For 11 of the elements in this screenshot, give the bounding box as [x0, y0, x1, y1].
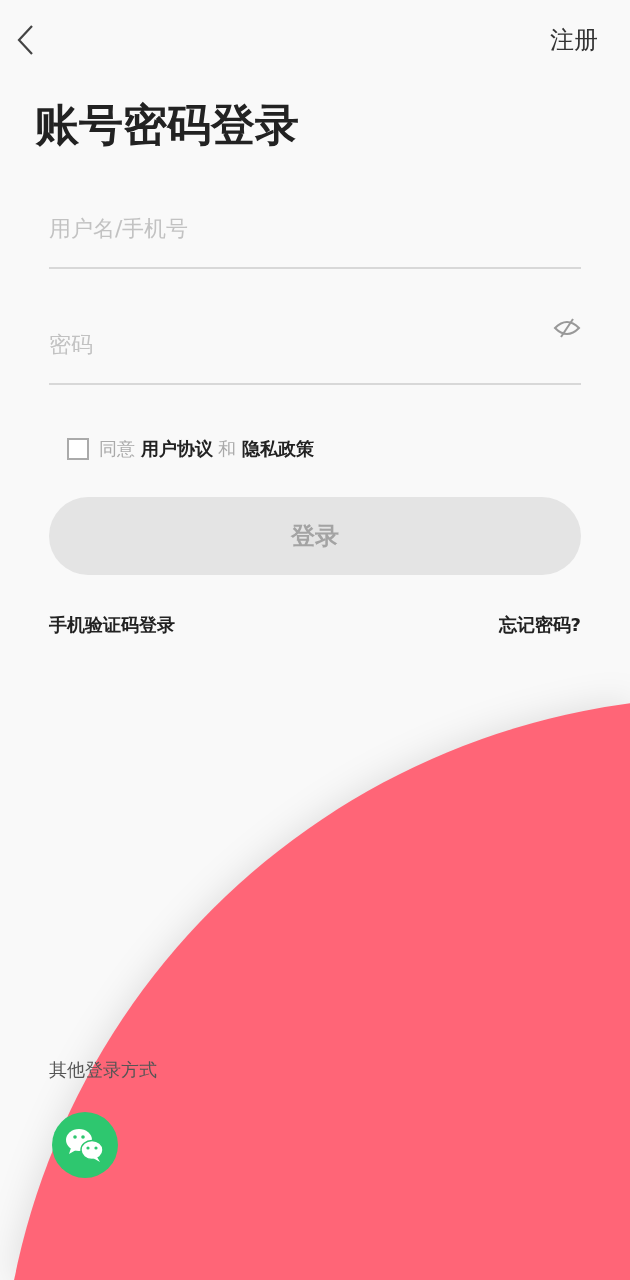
- forgot-password-link[interactable]: 忘记密码?: [498, 613, 581, 637]
- user-agreement-link[interactable]: 用户协议: [140, 438, 213, 459]
- sms-login-link[interactable]: 手机验证码登录: [49, 613, 175, 637]
- chat-bubbles-icon[interactable]: [52, 1112, 118, 1178]
- privacy-policy-link[interactable]: 隐私政策: [242, 438, 315, 459]
- page-title: 账号密码登录: [35, 98, 300, 152]
- agreement-text: 同意 用户协议 和 隐私政策: [99, 437, 315, 461]
- back-icon[interactable]: [16, 24, 34, 56]
- agreement-checkbox[interactable]: [67, 438, 89, 460]
- hidden-eye-icon[interactable]: [553, 317, 581, 339]
- register-link[interactable]: 注册: [550, 24, 598, 56]
